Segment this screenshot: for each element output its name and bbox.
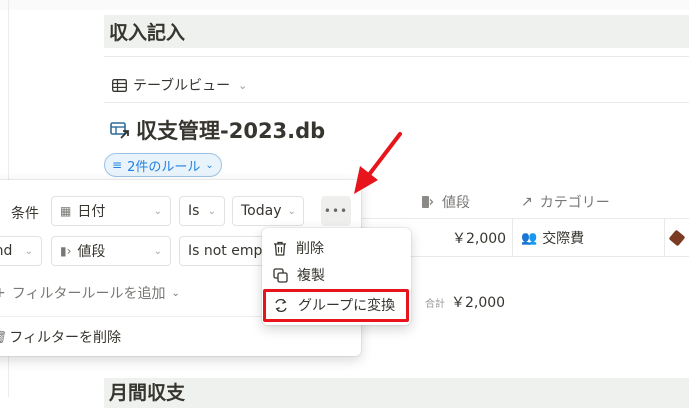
header-divider (362, 218, 689, 219)
category-value: 交際費 (542, 231, 585, 247)
number-icon (422, 196, 434, 208)
operator-select-2[interactable]: Is not empty (179, 236, 267, 266)
operator-select[interactable]: Is ⌄ (179, 196, 225, 226)
section-heading: 収入記入 (104, 15, 689, 48)
sum-row: 合計 ￥2,000 (425, 292, 505, 312)
property-select-date[interactable]: ▦ 日付 ⌄ (51, 196, 171, 226)
people-icon: 👥 (521, 230, 538, 246)
table-icon (112, 78, 127, 92)
operator-label: Is (188, 203, 200, 219)
value-select[interactable]: Today ⌄ (232, 196, 304, 226)
chevron-down-icon: ⌄ (205, 159, 214, 171)
delete-filter-label: フィルターを削除 (9, 330, 121, 346)
column-header-label: 値段 (442, 195, 470, 211)
next-section-heading: 月間収支 (104, 378, 689, 408)
view-tab[interactable]: テーブルビュー ⌄ (112, 74, 247, 96)
cell-divider (512, 218, 513, 256)
duplicate-icon (273, 267, 288, 283)
delete-filter-button[interactable]: 🗑 フィルターを削除 (0, 327, 121, 347)
price-value: ￥2,000 (452, 231, 507, 247)
next-section-title: 月間収支 (109, 382, 186, 404)
relation-arrow-icon: ↗ (521, 194, 533, 210)
view-tab-label: テーブルビュー (133, 78, 231, 94)
operator-label: Is not empty (188, 243, 267, 259)
conjunction-label: And (0, 243, 13, 259)
more-options-button[interactable]: ••• (321, 196, 351, 226)
filter-lines-icon: ≡ (112, 158, 123, 172)
ellipsis-icon: ••• (323, 204, 349, 218)
property-label: 日付 (77, 204, 106, 220)
column-header-label: カテゴリー (539, 195, 610, 211)
conjunction-select[interactable]: And ⌄ (0, 236, 42, 266)
chevron-down-icon: ⌄ (24, 245, 33, 257)
chevron-down-icon: ⌄ (153, 245, 162, 257)
annotation-arrow (354, 132, 402, 194)
menu-item-label: 複製 (297, 268, 325, 284)
divider (104, 102, 689, 103)
highlight-box (263, 289, 409, 322)
number-icon: ▮› (60, 244, 72, 258)
chocolate-icon (668, 226, 686, 250)
top-strip (0, 0, 689, 10)
linked-database-icon (110, 122, 129, 139)
filter-rules-chip[interactable]: ≡ 2件のルール ⌄ (104, 153, 222, 177)
calendar-icon: ▦ (60, 204, 72, 218)
plus-icon: + (0, 285, 6, 301)
menu-item-label: 削除 (296, 241, 324, 257)
add-rule-label: フィルタールールを追加 (11, 286, 166, 302)
condition-label: 条件 (11, 206, 39, 222)
trash-icon (274, 241, 286, 256)
menu-item-delete[interactable]: 削除 (273, 237, 324, 259)
price-cell[interactable]: ￥2,000 (452, 226, 506, 250)
chevron-down-icon: ⌄ (287, 205, 296, 217)
database-title[interactable]: 収支管理-2023.db (110, 114, 325, 146)
chevron-down-icon: ⌄ (171, 287, 180, 299)
filter-rules-label: 2件のルール (127, 159, 201, 175)
cell-divider (664, 218, 665, 256)
menu-item-duplicate[interactable]: 複製 (273, 264, 325, 286)
row-divider (362, 256, 689, 257)
column-header-price[interactable]: 値段 (421, 188, 470, 216)
sum-label: 合計 (425, 299, 445, 310)
trash-icon: 🗑 (0, 330, 7, 344)
column-header-category[interactable]: ↗ カテゴリー (521, 188, 610, 216)
database-title-text: 収支管理-2023.db (136, 119, 326, 143)
chevron-down-icon: ⌄ (207, 205, 216, 217)
divider (104, 56, 689, 57)
value-label: Today (241, 203, 282, 219)
property-label: 値段 (77, 244, 106, 260)
chevron-down-icon: ⌄ (153, 205, 162, 217)
section-title: 収入記入 (109, 22, 186, 44)
category-cell[interactable]: 👥 交際費 (521, 226, 584, 250)
chevron-down-icon: ⌄ (238, 78, 248, 92)
sum-value: ￥2,000 (451, 295, 506, 311)
add-filter-rule-button[interactable]: + フィルタールールを追加 ⌄ (0, 283, 180, 303)
property-select-price[interactable]: ▮› 値段 ⌄ (51, 236, 171, 266)
